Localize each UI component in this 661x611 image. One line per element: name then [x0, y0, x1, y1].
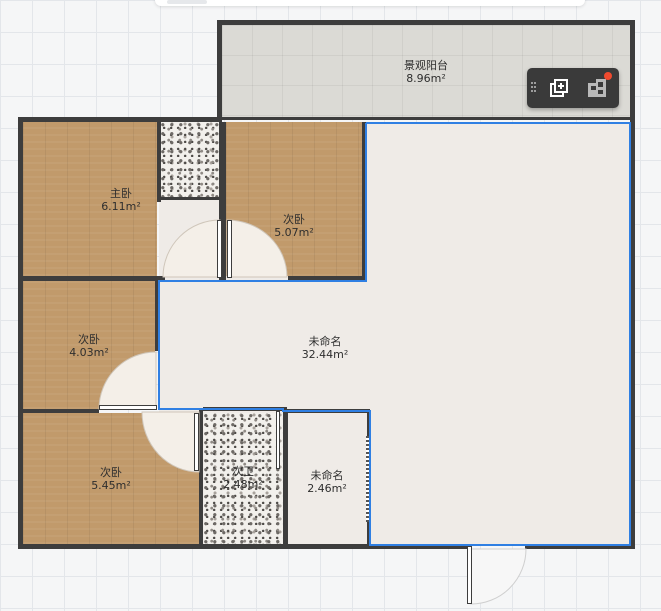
- room-area: 2.46m²: [307, 482, 347, 495]
- room-area: 5.45m²: [91, 479, 131, 492]
- room-name: 景观阳台: [404, 59, 448, 72]
- room-label-bath: 次卫 2.48m²: [223, 465, 263, 491]
- room-label-unnamed-small: 未命名 2.46m²: [307, 469, 347, 495]
- room-area: 4.03m²: [69, 346, 109, 359]
- room-area: 8.96m²: [406, 72, 446, 85]
- room-label-master: 主卧 6.11m²: [101, 187, 141, 213]
- room-label-second3: 次卧 5.45m²: [91, 466, 131, 492]
- room-label-unnamed-living: 未命名 32.44m²: [302, 335, 349, 361]
- room-name: 主卧: [110, 187, 132, 200]
- room-name: 次卧: [100, 466, 122, 479]
- room-name: 未命名: [310, 469, 344, 482]
- room-name: 未命名: [308, 335, 342, 348]
- room-area: 32.44m²: [301, 348, 349, 361]
- room-area: 2.48m²: [223, 478, 263, 491]
- add-layer-button[interactable]: [545, 74, 573, 102]
- floating-toolbar: [527, 68, 619, 108]
- room-name: 次卫: [232, 465, 254, 478]
- drag-handle[interactable]: [531, 82, 537, 94]
- room-label-balcony: 景观阳台 8.96m²: [404, 59, 448, 85]
- room-name: 次卧: [283, 213, 305, 226]
- room-label-second1: 次卧 5.07m²: [274, 213, 314, 239]
- floorplan-view-button[interactable]: [583, 72, 612, 102]
- add-layer-icon: [550, 79, 568, 97]
- room-label-second2: 次卧 4.03m²: [69, 333, 109, 359]
- notification-badge: [604, 72, 612, 80]
- room-area: 5.07m²: [274, 226, 314, 239]
- room-area: 6.11m²: [101, 200, 141, 213]
- room-name: 次卧: [78, 333, 100, 346]
